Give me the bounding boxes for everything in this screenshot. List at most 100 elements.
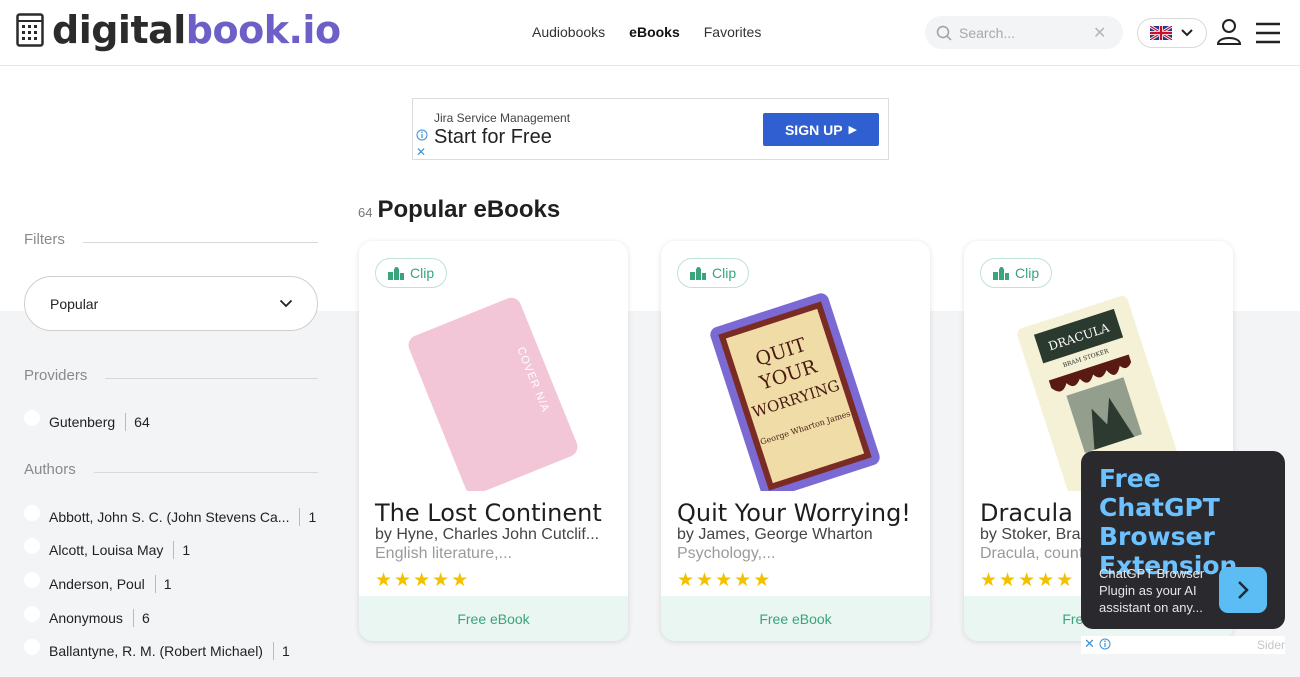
ad-signup-label: SIGN UP bbox=[784, 121, 843, 138]
book-author[interactable]: by Hyne, Charles John Cutclif... bbox=[375, 526, 615, 544]
checkbox[interactable] bbox=[24, 606, 40, 622]
free-ebook-badge[interactable]: Free eBook bbox=[661, 596, 930, 641]
book-title[interactable]: Dracula bbox=[980, 499, 1073, 527]
rating-stars: ★ ★ ★ ★ ★ bbox=[980, 569, 1073, 592]
author-name: Abbott, John S. C. (John Stevens Ca... bbox=[49, 509, 290, 525]
book-logo-icon bbox=[16, 13, 44, 47]
star-icon: ★ bbox=[432, 570, 450, 591]
logo-text-dark: digital bbox=[52, 8, 186, 52]
checkbox[interactable] bbox=[24, 639, 40, 655]
author-filter-item[interactable]: Ballantyne, R. M. (Robert Michael) 1 bbox=[24, 639, 290, 660]
clip-label: Clip bbox=[410, 265, 435, 281]
checkbox[interactable] bbox=[24, 538, 40, 554]
sort-value: Popular bbox=[50, 295, 99, 312]
sider-ad-bar: ✕ Sider bbox=[1081, 636, 1285, 654]
star-icon: ★ bbox=[734, 570, 752, 591]
provider-count: 64 bbox=[134, 414, 150, 430]
ad-close-icon[interactable]: ✕ bbox=[416, 145, 426, 159]
top-header: digitalbook.io Audiobooks eBooks Favorit… bbox=[0, 0, 1300, 66]
star-icon: ★ bbox=[1018, 570, 1036, 591]
checkbox[interactable] bbox=[24, 410, 40, 426]
divider bbox=[299, 508, 301, 526]
provider-name: Gutenberg bbox=[49, 414, 116, 430]
authors-label: Authors bbox=[24, 461, 76, 478]
nav-favorites[interactable]: Favorites bbox=[704, 24, 762, 40]
author-filter-item[interactable]: Alcott, Louisa May 1 bbox=[24, 538, 191, 559]
divider bbox=[173, 541, 175, 559]
divider bbox=[132, 609, 134, 627]
checkbox[interactable] bbox=[24, 505, 40, 521]
author-filter-item[interactable]: Abbott, John S. C. (John Stevens Ca... 1 bbox=[24, 505, 317, 526]
site-logo[interactable]: digitalbook.io bbox=[16, 10, 341, 50]
star-icon: ★ bbox=[394, 570, 412, 591]
ad-info-icon[interactable] bbox=[416, 129, 428, 141]
book-cover[interactable]: COVER N/A bbox=[359, 281, 628, 491]
clear-icon[interactable]: ✕ bbox=[1093, 23, 1106, 43]
providers-label: Providers bbox=[24, 367, 88, 384]
divider bbox=[105, 378, 318, 379]
star-icon: ★ bbox=[980, 570, 998, 591]
search-icon bbox=[936, 25, 952, 41]
free-ebook-badge[interactable]: Free eBook bbox=[359, 596, 628, 641]
play-arrow-icon: ▶ bbox=[848, 124, 858, 136]
sort-dropdown[interactable]: Popular bbox=[24, 276, 318, 331]
filters-label: Filters bbox=[24, 231, 65, 248]
book-title[interactable]: Quit Your Worrying! bbox=[677, 499, 911, 527]
divider bbox=[125, 413, 127, 431]
user-icon[interactable] bbox=[1216, 18, 1242, 46]
page-title: Popular eBooks bbox=[377, 196, 561, 223]
search-bar: ✕ bbox=[925, 16, 1123, 49]
book-author[interactable]: by James, George Wharton bbox=[677, 526, 917, 544]
ad-brand: Jira Service Management bbox=[434, 111, 571, 125]
author-filter-item[interactable]: Anderson, Poul 1 bbox=[24, 572, 172, 593]
logo-text-accent: book.io bbox=[185, 8, 341, 52]
close-icon[interactable]: ✕ bbox=[1084, 636, 1095, 652]
chevron-right-icon bbox=[1238, 581, 1249, 599]
info-icon[interactable] bbox=[1099, 638, 1111, 650]
checkbox[interactable] bbox=[24, 572, 40, 588]
language-selector[interactable] bbox=[1137, 18, 1207, 48]
sider-headline: Free ChatGPT Browser Extension bbox=[1099, 464, 1238, 580]
divider bbox=[82, 242, 318, 243]
nav-ebooks[interactable]: eBooks bbox=[629, 24, 680, 40]
star-icon: ★ bbox=[715, 570, 733, 591]
ad-headline: Start for Free bbox=[434, 126, 552, 148]
author-name: Anonymous bbox=[49, 610, 123, 626]
book-genre: Psychology,... bbox=[677, 545, 776, 562]
ad-banner[interactable]: ✕ Jira Service Management Start for Free… bbox=[412, 98, 889, 160]
clip-label: Clip bbox=[1015, 265, 1040, 281]
book-title[interactable]: The Lost Continent bbox=[375, 499, 602, 527]
chevron-down-icon bbox=[1181, 29, 1193, 37]
author-count: 1 bbox=[308, 509, 317, 525]
star-icon: ★ bbox=[753, 570, 771, 591]
book-card[interactable]: Clip QUIT YOUR WORRYING George Wharton J… bbox=[661, 241, 930, 641]
sider-go-button[interactable] bbox=[1219, 567, 1267, 613]
author-filter-item[interactable]: Anonymous 6 bbox=[24, 606, 150, 627]
divider bbox=[154, 575, 156, 593]
book-cover[interactable]: QUIT YOUR WORRYING George Wharton James bbox=[661, 281, 930, 491]
provider-filter-gutenberg[interactable]: Gutenberg 64 bbox=[24, 410, 150, 431]
result-count: 64 bbox=[358, 205, 373, 220]
main-nav: Audiobooks eBooks Favorites bbox=[532, 24, 761, 40]
authors-heading: Authors bbox=[24, 461, 318, 478]
filters-heading: Filters bbox=[24, 231, 318, 248]
search-input[interactable] bbox=[959, 24, 1089, 41]
book-card[interactable]: Clip COVER N/A The Lost Continent by Hyn… bbox=[359, 241, 628, 641]
sider-description: ChatGPT Browser Plugin as your AI assist… bbox=[1099, 566, 1205, 615]
chevron-down-icon bbox=[279, 299, 293, 308]
section-header: 64 Popular eBooks bbox=[358, 196, 560, 224]
author-count: 1 bbox=[182, 542, 191, 558]
book-genre: English literature,... bbox=[375, 545, 512, 562]
author-count: 1 bbox=[163, 576, 172, 592]
nav-audiobooks[interactable]: Audiobooks bbox=[532, 24, 605, 40]
ad-signup-button[interactable]: SIGN UP ▶ bbox=[763, 113, 879, 146]
divider bbox=[272, 642, 274, 660]
author-name: Anderson, Poul bbox=[49, 576, 145, 592]
sider-extension-popup[interactable]: Free ChatGPT Browser Extension ChatGPT B… bbox=[1081, 451, 1285, 629]
star-icon: ★ bbox=[999, 570, 1017, 591]
rating-stars: ★ ★ ★ ★ ★ bbox=[677, 569, 770, 592]
star-icon: ★ bbox=[696, 570, 714, 591]
hamburger-menu-icon[interactable] bbox=[1255, 22, 1281, 44]
clip-label: Clip bbox=[712, 265, 737, 281]
author-count: 1 bbox=[281, 643, 290, 659]
